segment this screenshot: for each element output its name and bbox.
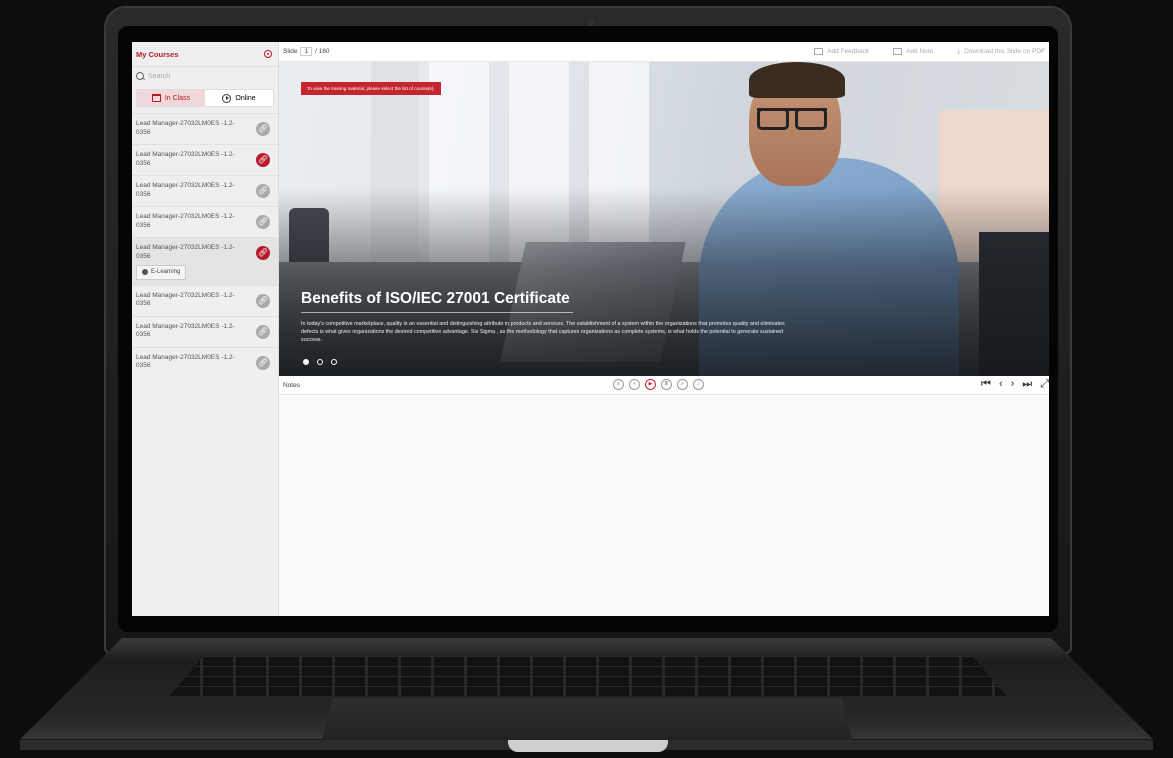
course-title: Lead Manager-27032LM0ES -1.2-0356 xyxy=(136,244,235,260)
course-item[interactable]: Lead Manager-27032LM0ES -1.2-0356 🔗︎ xyxy=(132,284,278,316)
tab-online[interactable]: Online xyxy=(205,90,273,106)
course-title: Lead Manager-27032LM0ES -1.2-0356 xyxy=(136,322,235,339)
download-label: Download this Slide on PDF xyxy=(964,48,1045,55)
app-screen: My Courses Search In Class Online Lead M… xyxy=(132,42,1049,616)
download-icon: ⤓ xyxy=(957,47,961,55)
notice-banner: To view the training material, please se… xyxy=(301,82,441,95)
toolbar-actions: Add Feedback Add Note ⤓ Download this Sl… xyxy=(814,48,1045,56)
title-divider xyxy=(301,312,573,313)
search-input[interactable]: Search xyxy=(132,66,278,85)
course-title: Lead Manager-27032LM0ES -1.2-0356 xyxy=(136,182,235,198)
course-item[interactable]: Lead Manager-27032LM0ES -1.2-0356 🔗︎ xyxy=(132,346,278,378)
add-feedback-label: Add Feedback xyxy=(827,48,870,55)
forward-icon[interactable]: » xyxy=(677,379,688,390)
course-title: Lead Manager-27032LM0ES -1.2-0356 xyxy=(136,291,235,308)
course-item[interactable]: Lead Manager-27032LM0ES -1.2-0356 🔗︎ xyxy=(132,315,278,347)
link-icon[interactable]: 🔗︎ xyxy=(256,184,270,198)
slide-navigation: ⏮︎ ‹ › ⏭︎ ⤢ xyxy=(981,378,1049,391)
laptop-touchpad xyxy=(322,698,852,740)
download-pdf-button[interactable]: ⤓ Download this Slide on PDF xyxy=(957,48,1045,56)
course-title: Lead Manager-27032LM0ES -1.2-0356 xyxy=(136,353,235,370)
link-icon[interactable]: 🔗︎ xyxy=(256,215,270,229)
add-note-button[interactable]: Add Note xyxy=(893,48,933,56)
slide-label: Slide xyxy=(283,48,298,55)
sidebar-title: My Courses xyxy=(136,49,179,59)
tab-in-class[interactable]: In Class xyxy=(137,90,205,106)
fullscreen-icon[interactable]: ⤢ xyxy=(1040,378,1049,391)
slide-total: / 160 xyxy=(315,48,330,55)
play-icon[interactable]: ▶ xyxy=(645,379,656,390)
course-item[interactable]: Lead Manager-27032LM0ES -1.2-0356 🔗︎ xyxy=(132,144,278,175)
slide-description: In today's competitive marketplace, qual… xyxy=(301,321,785,343)
search-icon xyxy=(136,72,144,80)
prev-slide-icon[interactable]: ‹ xyxy=(999,378,1003,391)
notes-bar: Notes ≡ « ▶ ≣ » ♪ ⏮︎ ‹ › ⏭︎ ⤢ xyxy=(279,376,1049,395)
e-learning-button[interactable]: E-Learning xyxy=(136,265,187,280)
rewind-icon[interactable]: « xyxy=(629,379,640,390)
next-slide-icon[interactable]: › xyxy=(1011,378,1015,391)
slide-viewer: Slide 1 / 160 Add Feedback Add Note ⤓ Do… xyxy=(279,42,1049,616)
course-title: Lead Manager-27032LM0ES -1.2-0356 xyxy=(136,151,235,167)
volume-icon[interactable]: ♪ xyxy=(693,379,704,390)
course-item[interactable]: Lead Manager-27032LM0ES -1.2-0356 🔗︎ xyxy=(132,206,278,237)
last-slide-icon[interactable]: ⏭︎ xyxy=(1022,378,1032,391)
calendar-icon xyxy=(151,94,161,102)
e-learning-label: E-Learning xyxy=(151,269,181,275)
link-icon[interactable]: 🔗︎ xyxy=(256,122,270,136)
note-icon xyxy=(893,48,903,55)
subtitles-icon[interactable]: ≣ xyxy=(661,379,672,390)
sidebar-header: My Courses xyxy=(132,42,278,66)
laptop-keyboard xyxy=(170,656,1006,696)
link-icon[interactable]: 🔗︎ xyxy=(256,293,270,308)
tab-label: Online xyxy=(235,94,256,102)
first-slide-icon[interactable]: ⏮︎ xyxy=(981,378,991,391)
course-title: Lead Manager-27032LM0ES -1.2-0356 xyxy=(136,120,235,136)
add-note-label: Add Note xyxy=(906,48,934,55)
laptop-notch xyxy=(508,740,668,752)
slide-title: Benefits of ISO/IEC 27001 Certificate xyxy=(301,290,570,307)
search-placeholder: Search xyxy=(148,72,171,80)
course-title: Lead Manager-27032LM0ES -1.2-0356 xyxy=(136,213,235,229)
feedback-icon xyxy=(814,48,824,55)
settings-icon[interactable]: ≡ xyxy=(613,379,624,390)
add-feedback-button[interactable]: Add Feedback xyxy=(814,48,869,56)
play-icon xyxy=(142,269,148,276)
course-type-tabs: In Class Online xyxy=(136,89,274,107)
carousel-dot[interactable] xyxy=(317,359,323,365)
play-circle-icon xyxy=(222,93,232,103)
tab-label: In Class xyxy=(164,94,191,102)
carousel-dots xyxy=(303,359,337,365)
link-icon[interactable]: 🔗︎ xyxy=(256,246,270,260)
playback-controls: ≡ « ▶ ≣ » ♪ xyxy=(613,379,704,390)
viewer-toolbar: Slide 1 / 160 Add Feedback Add Note ⤓ Do… xyxy=(279,42,1049,62)
carousel-dot[interactable] xyxy=(303,359,309,365)
link-icon[interactable]: 🔗︎ xyxy=(256,324,270,339)
link-icon[interactable]: 🔗︎ xyxy=(256,355,270,370)
courses-sidebar: My Courses Search In Class Online Lead M… xyxy=(132,42,279,616)
course-item-expanded[interactable]: Lead Manager-27032LM0ES -1.2-0356 🔗︎ E-L… xyxy=(132,237,278,285)
carousel-dot[interactable] xyxy=(331,359,337,365)
notes-label: Notes xyxy=(283,381,300,389)
slide-number-input[interactable]: 1 xyxy=(300,47,313,56)
course-item[interactable]: Lead Manager-27032LM0ES -1.2-0356 🔗︎ xyxy=(132,113,278,144)
target-icon[interactable] xyxy=(264,50,272,58)
course-item[interactable]: Lead Manager-27032LM0ES -1.2-0356 🔗︎ xyxy=(132,175,278,206)
link-icon[interactable]: 🔗︎ xyxy=(256,153,270,167)
slide-hero: To view the training material, please se… xyxy=(279,62,1049,376)
